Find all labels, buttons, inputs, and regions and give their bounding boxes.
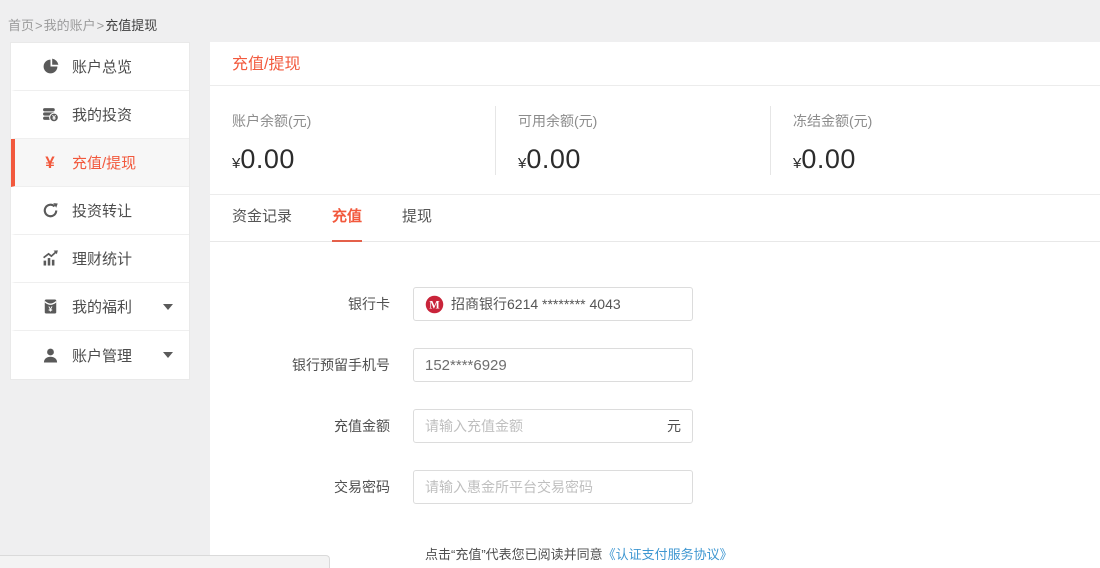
tab-withdraw[interactable]: 提现 [402,195,432,242]
breadcrumb-current: 充值提现 [105,18,157,33]
red-envelope-icon: ¥ [41,298,59,316]
sidebar-item-account-management[interactable]: 账户管理 [11,331,189,379]
phone-input[interactable] [425,349,681,381]
bank-card-value: 招商银行6214 ******** 4043 [451,294,621,314]
amount-label: 充值金额 [210,416,390,436]
bottom-cutoff-panel [0,555,330,568]
frozen-amount-block: 冻结金额(元) ¥0.00 [770,106,1100,175]
tab-recharge[interactable]: 充值 [332,195,362,242]
chevron-down-icon [163,304,173,310]
bank-card-select[interactable]: M 招商银行6214 ******** 4043 [413,287,693,321]
amount-field-box: 元 [413,409,693,443]
sidebar-item-my-investments[interactable]: ¥ 我的投资 [11,91,189,139]
sidebar-item-finance-statistics[interactable]: 理财统计 [11,235,189,283]
yuan-icon: ¥ [41,154,59,172]
payment-agreement-link[interactable]: 《认证支付服务协议》 [603,547,733,562]
bank-card-row: 银行卡 M 招商银行6214 ******** 4043 [210,287,1100,321]
breadcrumb-separator: > [97,18,105,33]
svg-text:¥: ¥ [52,115,56,122]
password-field-box [413,470,693,504]
refresh-icon [41,202,59,220]
agreement-note: 点击“充值”代表您已阅读并同意《认证支付服务协议》 [425,544,1100,563]
trend-chart-icon [41,250,59,268]
available-balance-value: ¥0.00 [518,144,770,175]
sidebar-item-label: 理财统计 [72,248,132,269]
sidebar-item-label: 充值/提现 [72,152,136,173]
amount-input[interactable] [425,410,659,442]
account-balance-label: 账户余额(元) [232,111,495,131]
tab-fund-records[interactable]: 资金记录 [232,195,292,242]
pie-chart-icon [41,58,59,76]
password-input[interactable] [425,471,681,503]
account-balance-block: 账户余额(元) ¥0.00 [210,86,495,194]
sidebar-item-label: 投资转让 [72,200,132,221]
sidebar-item-label: 我的福利 [72,296,132,317]
sidebar-item-label: 我的投资 [72,104,132,125]
coins-icon: ¥ [41,106,59,124]
frozen-amount-label: 冻结金额(元) [793,111,1100,131]
breadcrumb-my-account[interactable]: 我的账户 [44,18,96,33]
account-balance-value: ¥0.00 [232,144,495,175]
svg-text:M: M [429,299,440,311]
breadcrumb-separator: > [35,18,43,33]
user-icon [41,346,59,364]
breadcrumb-home[interactable]: 首页 [8,18,34,33]
cmb-bank-icon: M [425,295,444,314]
amount-unit: 元 [659,416,681,436]
main-panel: 充值/提现 账户余额(元) ¥0.00 可用余额(元) ¥0.00 冻结金额(元… [210,42,1100,568]
breadcrumb: 首页>我的账户>充值提现 [8,15,157,34]
available-balance-block: 可用余额(元) ¥0.00 [495,106,770,175]
page-title: 充值/提现 [210,42,1100,86]
frozen-amount-value: ¥0.00 [793,144,1100,175]
sidebar-item-investment-transfer[interactable]: 投资转让 [11,187,189,235]
sidebar-item-account-overview[interactable]: 账户总览 [11,43,189,91]
sidebar: 账户总览 ¥ 我的投资 ¥ 充值/提现 投资转让 [10,42,190,380]
password-label: 交易密码 [210,477,390,497]
available-balance-label: 可用余额(元) [518,111,770,131]
bank-card-label: 银行卡 [210,294,390,314]
phone-field-box [413,348,693,382]
password-row: 交易密码 [210,470,1100,504]
agreement-text: 点击“充值”代表您已阅读并同意 [425,547,603,562]
recharge-form: 银行卡 M 招商银行6214 ******** 4043 银行预留手机号 充值金… [210,287,1100,563]
sidebar-item-recharge-withdraw[interactable]: ¥ 充值/提现 [11,139,189,187]
sidebar-item-label: 账户总览 [72,56,132,77]
phone-label: 银行预留手机号 [210,355,390,375]
sidebar-item-label: 账户管理 [72,345,132,366]
chevron-down-icon [163,352,173,358]
sidebar-item-my-benefits[interactable]: ¥ 我的福利 [11,283,189,331]
balance-summary: 账户余额(元) ¥0.00 可用余额(元) ¥0.00 冻结金额(元) ¥0.0… [210,86,1100,195]
phone-row: 银行预留手机号 [210,348,1100,382]
amount-row: 充值金额 元 [210,409,1100,443]
tab-bar: 资金记录 充值 提现 [210,195,1100,242]
